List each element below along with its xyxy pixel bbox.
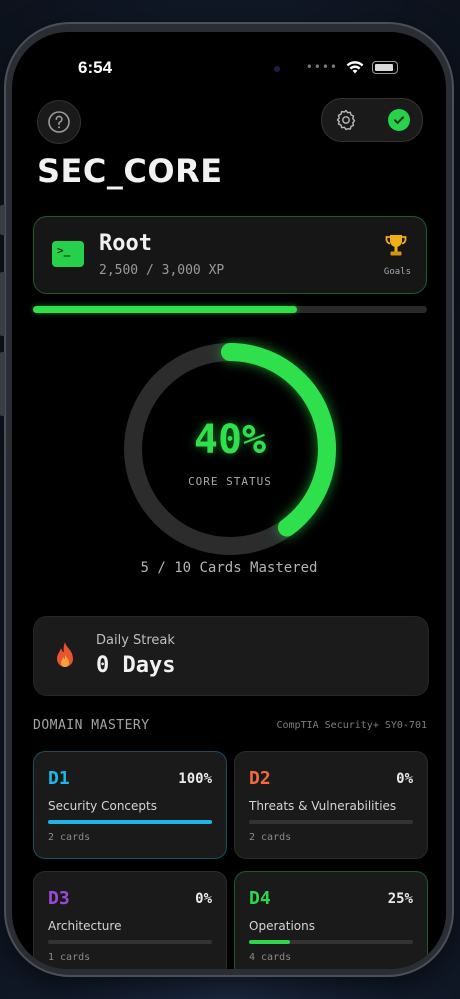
xp-progress-bar [33,306,427,313]
domain-code: D3 [48,888,70,909]
side-button [0,272,5,336]
domain-name: Threats & Vulnerabilities [249,799,397,813]
domain-mastery-title: DOMAIN MASTERY [33,718,150,733]
page-title: SEC_CORE [37,152,223,190]
status-bar: 6:54 •••• [12,32,446,102]
streak-label: Daily Streak [96,633,175,648]
domain-card-count: 4 cards [249,952,292,963]
dynamic-island [192,52,312,86]
domain-card-d1[interactable]: D1 100% Security Concepts 2 cards [33,751,227,859]
battery-icon [372,60,398,74]
help-button[interactable] [37,100,81,144]
domain-name: Architecture [48,919,122,933]
domain-name: Security Concepts [48,799,157,813]
rank-name: Root [99,231,152,256]
domain-card-count: 1 cards [48,952,91,963]
domain-mastery-subtitle: CompTIA Security+ SY0-701 [276,720,427,731]
domain-name: Operations [249,919,315,933]
domain-code: D4 [249,888,271,909]
daily-streak-card[interactable]: Daily Streak 0 Days [33,616,429,696]
core-label: CORE STATUS [188,475,272,488]
status-time: 6:54 [78,58,113,77]
side-button [0,352,5,416]
domain-percent: 25% [387,891,413,907]
signal-icon: •••• [305,60,338,74]
domain-progress-fill [249,940,290,944]
domain-progress-bar [48,940,212,944]
domain-code: D2 [249,768,271,789]
domain-card-count: 2 cards [48,832,91,843]
domain-code: D1 [48,768,70,789]
terminal-icon: >_ [52,241,84,267]
goals-label: Goals [383,267,411,277]
check-circle-icon[interactable] [388,109,410,131]
domain-percent: 0% [396,771,413,787]
trophy-icon[interactable] [385,233,407,259]
checkmark-glyph [394,116,404,124]
domain-progress-bar [48,820,212,824]
gear-icon[interactable] [334,108,358,132]
rank-xp: 2,500 / 3,000 XP [99,263,225,278]
flame-icon [57,642,73,667]
rank-card[interactable]: >_ Root 2,500 / 3,000 XP Goals [33,216,427,294]
domain-progress-fill [48,820,212,824]
core-status-ring: 40% CORE STATUS [118,337,342,561]
domain-progress-bar [249,940,413,944]
domain-progress-bar [249,820,413,824]
domain-card-count: 2 cards [249,832,292,843]
app-screen: 6:54 •••• SEC_CORE >_ Root 2,500 / 3,000… [12,32,446,969]
status-icons: •••• [306,60,398,74]
xp-progress-fill [33,306,297,313]
wifi-icon [346,60,364,73]
side-button [0,205,5,235]
core-percent: 40% [193,417,267,463]
cards-mastered: 5 / 10 Cards Mastered [140,560,318,576]
header-actions [321,98,423,142]
domain-card-d3[interactable]: D3 0% Architecture 1 cards [33,871,227,969]
domain-card-d2[interactable]: D2 0% Threats & Vulnerabilities 2 cards [234,751,428,859]
streak-value: 0 Days [96,653,176,678]
question-circle-icon [48,111,70,133]
domain-percent: 0% [195,891,212,907]
camera-dot [274,66,280,72]
domain-card-d4[interactable]: D4 25% Operations 4 cards [234,871,428,969]
domain-percent: 100% [178,771,212,787]
